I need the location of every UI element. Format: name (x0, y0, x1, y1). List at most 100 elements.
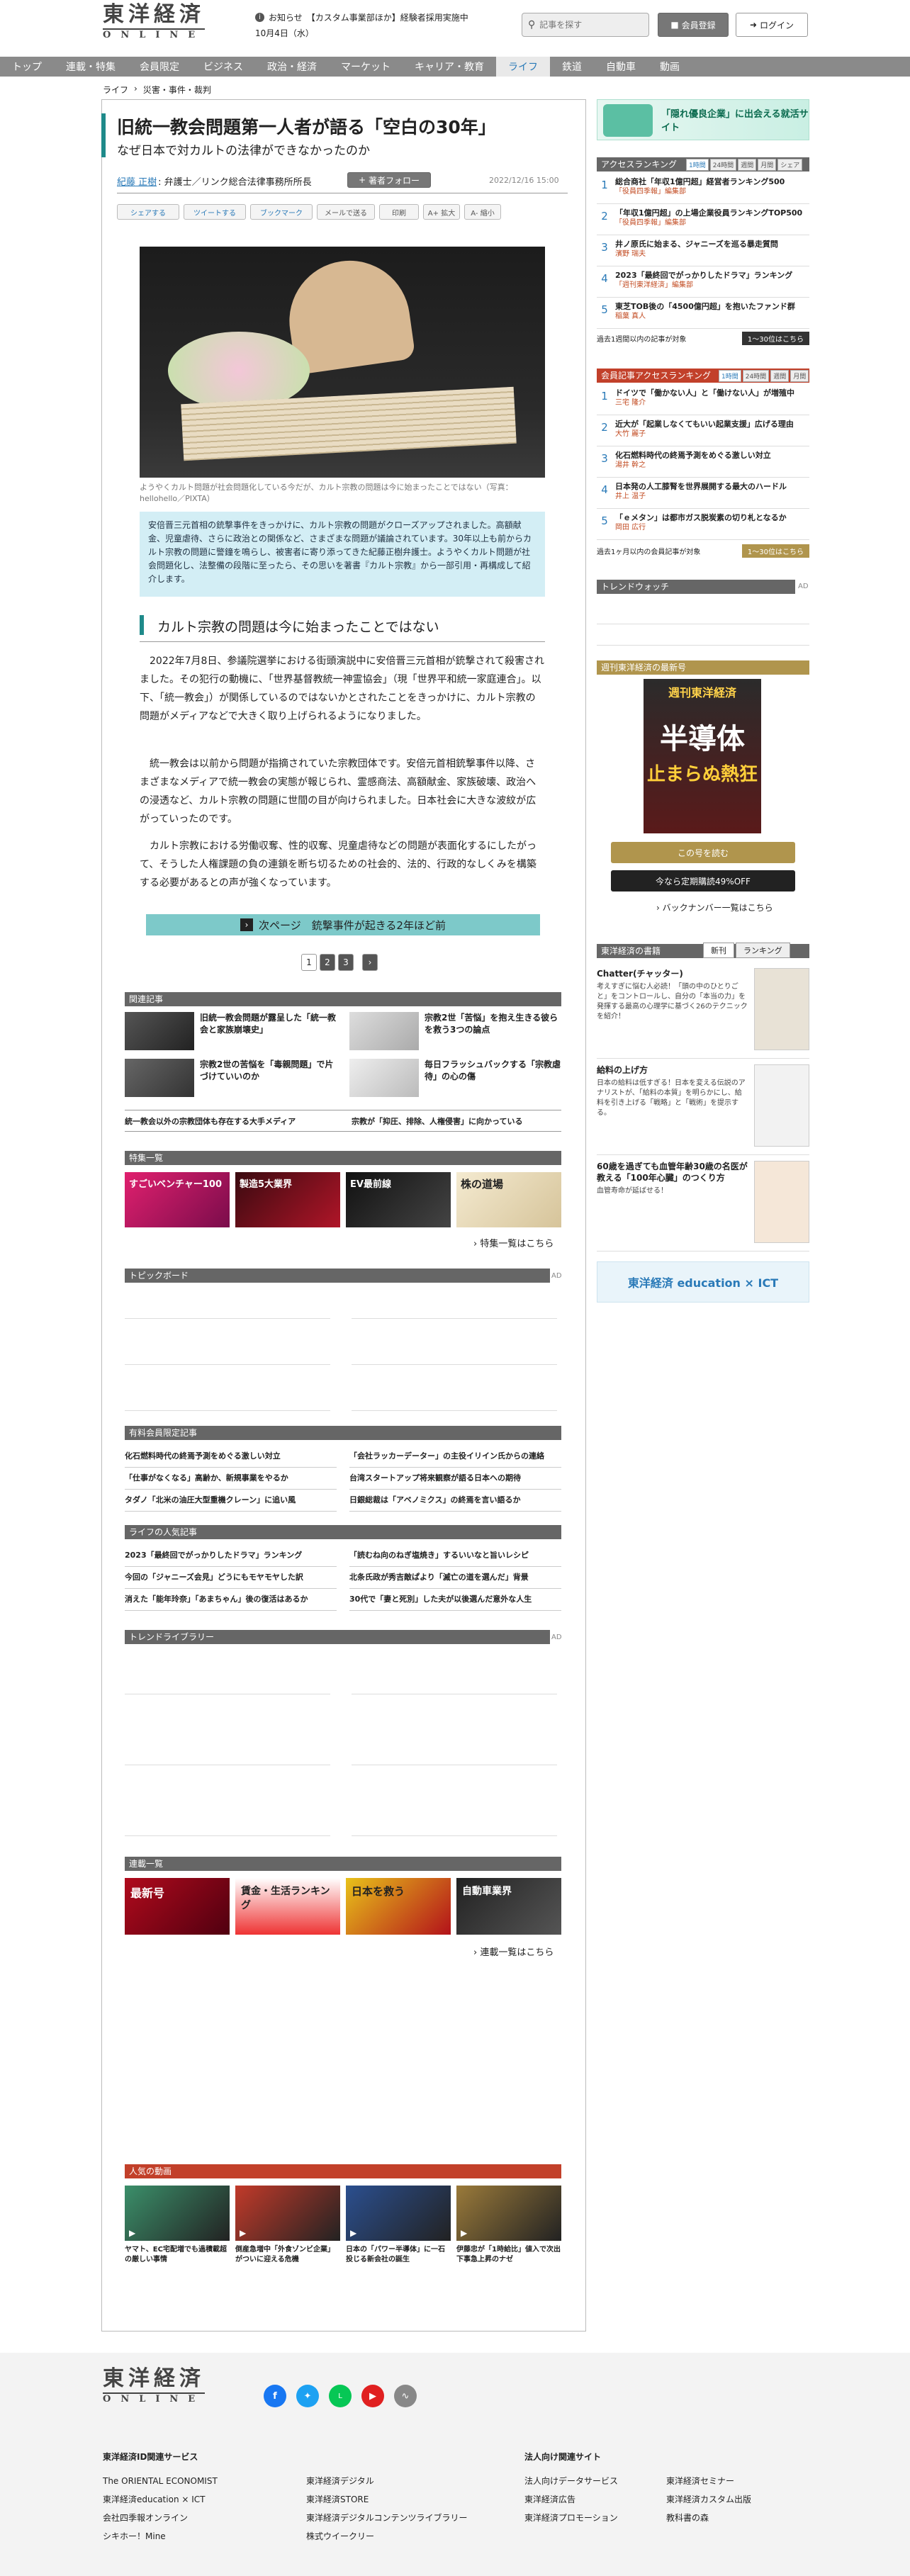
next-page-arrow[interactable]: › (362, 954, 378, 971)
series-banner[interactable]: 最新号 (125, 1878, 230, 1935)
author-name[interactable]: 紀藤 正樹 (117, 174, 157, 188)
backnumber-link[interactable]: › バックナンバー一覧はこちら (656, 901, 773, 913)
feature-banner[interactable]: EV最前線 (346, 1172, 451, 1227)
education-banner[interactable]: 東洋経済 education × ICT (597, 1261, 809, 1303)
ranking-row[interactable]: 2 「年収1億円超」の上場企業役員ランキングTOP500 「役員四季報」編集部 (597, 204, 809, 235)
series-banner[interactable]: 自動車業界 (456, 1878, 561, 1935)
nav-item-2[interactable]: 会員限定 (128, 57, 191, 77)
footer-link[interactable]: The ORIENTAL ECONOMIST (103, 2472, 301, 2490)
share-button-4[interactable]: 印刷 (379, 204, 419, 220)
nav-item-10[interactable]: 動画 (648, 57, 692, 77)
nav-item-8[interactable]: 鉄道 (550, 57, 594, 77)
nav-item-1[interactable]: 連載・特集 (54, 57, 128, 77)
series-more-link[interactable]: › 連載一覧はこちら (473, 1945, 554, 1958)
ranking-tab[interactable]: 24時間 (709, 159, 737, 171)
books-tab-ranking[interactable]: ランキング (736, 943, 790, 958)
footer-link[interactable]: 教科書の森 (666, 2509, 808, 2527)
related-item[interactable]: 宗教2世「苦悩」を抱え生きる彼らを救う3つの論点 (349, 1012, 561, 1050)
life_popular-item[interactable]: 30代で「妻と死別」した夫が以後選んだ意外な人生 (349, 1589, 561, 1611)
footer-link[interactable]: 東洋経済デジタルコンテンツライブラリー (306, 2509, 505, 2527)
premium-item[interactable]: 日銀総裁は「アベノミクス」の終焉を言い語るか (349, 1490, 561, 1512)
ranking-tab[interactable]: 月間 (790, 370, 809, 382)
footer-logo[interactable]: 東洋経済 ONLINE (103, 2367, 206, 2405)
ranking-tab[interactable]: 週間 (770, 370, 790, 382)
premium-item[interactable]: 台湾スタートアップ将来観察が語る日本への期待 (349, 1468, 561, 1490)
twitter-icon[interactable]: ✦ (296, 2385, 319, 2407)
share-button-2[interactable]: ブックマーク (250, 204, 313, 220)
sidebar-banner[interactable]: 「隠れ優良企業」に出会える就活サイト (597, 99, 809, 140)
ranking-row[interactable]: 3 井ノ原氏に始まる、ジャニーズを巡る暴走質問 濱野 瑞夫 (597, 235, 809, 266)
follow-button[interactable]: + 著者フォロー (347, 172, 431, 188)
page-3[interactable]: 3 (338, 954, 354, 971)
footer-link[interactable]: 東洋経済STORE (306, 2490, 505, 2509)
login-button[interactable]: ➜ ログイン (736, 13, 808, 37)
search-input[interactable] (539, 20, 632, 30)
features-more-link[interactable]: › 特集一覧はこちら (473, 1236, 554, 1249)
related-item[interactable]: 宗教2世の苦悩を「毒親問題」で片づけていいのか (125, 1059, 337, 1097)
books-tab-new[interactable]: 新刊 (703, 943, 734, 958)
feature-banner[interactable]: 株の道場 (456, 1172, 561, 1227)
nav-item-3[interactable]: ビジネス (191, 57, 255, 77)
ranking-more-button[interactable]: 1〜30位はこちら (741, 544, 809, 558)
feature-banner[interactable]: 製造5大業界 (235, 1172, 340, 1227)
breadcrumb-item[interactable]: 災害・事件・裁判 (143, 84, 211, 96)
ranking-row[interactable]: 4 2023「最終回でがっかりしたドラマ」ランキング 「週刊東洋経済」編集部 (597, 266, 809, 298)
premium-item[interactable]: 化石燃料時代の終焉予測をめぐる激しい対立 (125, 1446, 337, 1468)
video-item[interactable]: ▶ 日本の「パワー半導体」に一石投じる新会社の誕生 (346, 2186, 451, 2265)
register-button[interactable]: ■ 会員登録 (658, 13, 729, 37)
facebook-icon[interactable]: f (264, 2385, 286, 2407)
related-text-link[interactable]: 統一教会以外の宗教団体も存在する大手メディア (125, 1115, 296, 1127)
life_popular-item[interactable]: 北条氏政が秀吉敵ぱより「滅亡の道を選んだ」背景 (349, 1567, 561, 1589)
page-2[interactable]: 2 (320, 954, 335, 971)
ranking-tab[interactable]: 月間 (758, 159, 777, 171)
premium-item[interactable]: 「会社ラッカーデーター」の主役イリイン氏からの連絡 (349, 1446, 561, 1468)
share-button-5[interactable]: A+ 拡大 (423, 204, 460, 220)
share-button-6[interactable]: A- 縮小 (464, 204, 501, 220)
series-banner[interactable]: 日本を救う (346, 1878, 451, 1935)
next-page-button[interactable]: › 次ページ 銃撃事件が起きる2年ほど前 (146, 914, 540, 935)
nav-item-4[interactable]: 政治・経済 (255, 57, 329, 77)
life_popular-item[interactable]: 「読むね向のねぎ塩焼き」するいいなと旨いレシピ (349, 1545, 561, 1567)
page-1[interactable]: 1 (301, 954, 317, 971)
footer-link[interactable]: シキホー！Mine (103, 2527, 301, 2546)
book-item[interactable]: 60歳を過ぎても血管年齢30歳の名医が教える「100年心臓」のつくり方 血管寿命が… (597, 1155, 809, 1252)
ranking-tab[interactable]: 24時間 (742, 370, 770, 382)
footer-link[interactable]: 東洋経済デジタル (306, 2472, 505, 2490)
line-icon[interactable]: L (329, 2385, 352, 2407)
ranking-tab[interactable]: 週間 (738, 159, 757, 171)
ranking-row[interactable]: 5 「ｅメタン」は都市ガス脱炭素の切り札となるか 岡田 広行 (597, 509, 809, 540)
life_popular-item[interactable]: 2023「最終回でがっかりしたドラマ」ランキング (125, 1545, 337, 1567)
footer-link[interactable]: 法人向けデータサービス (524, 2472, 659, 2490)
footer-link[interactable]: 東洋経済セミナー (666, 2472, 808, 2490)
footer-link[interactable]: 東洋経済広告 (524, 2490, 659, 2509)
share-button-0[interactable]: シェアする (117, 204, 179, 220)
feature-banner[interactable]: すごいベンチャー100 (125, 1172, 230, 1227)
breadcrumb-item[interactable]: ライフ (103, 84, 128, 96)
notice-text[interactable]: 【カスタム事業部ほか】経験者採用実施中 (307, 11, 468, 23)
ranking-row[interactable]: 1 総合商社「年収1億円超」経営者ランキング500 「役員四季報」編集部 (597, 173, 809, 204)
ranking-row[interactable]: 2 近大が「起業しなくてもいい起業支援」広げる理由 大竹 麗子 (597, 415, 809, 446)
ranking-row[interactable]: 5 東芝TOB後の「4500億円超」を抱いたファンド群 稲葉 真人 (597, 298, 809, 329)
video-item[interactable]: ▶ 倒産急増中「外食ゾンビ企業」がついに迎える危機 (235, 2186, 340, 2265)
share-button-3[interactable]: メールで送る (317, 204, 375, 220)
notice[interactable]: i お知らせ 【カスタム事業部ほか】経験者採用実施中 (255, 11, 468, 23)
related-item[interactable]: 旧統一教会問題が露呈した「統一教会と家族崩壊史」 (125, 1012, 337, 1050)
ranking-row[interactable]: 4 日本発の人工膝腎を世界展開する最大のハードル 井上 温子 (597, 478, 809, 509)
life_popular-item[interactable]: 消えた「能年玲奈」「あまちゃん」後の復活はあるか (125, 1589, 337, 1611)
ranking-row[interactable]: 1 ドイツで「働かない人」と「働けない人」が増殖中 三宅 隆介 (597, 384, 809, 415)
ranking-row[interactable]: 3 化石燃料時代の終焉予測をめぐる激しい対立 湯井 幹之 (597, 446, 809, 478)
subscribe-button[interactable]: 今なら定期購読49%OFF (611, 870, 795, 892)
nav-item-5[interactable]: マーケット (329, 57, 403, 77)
share-button-1[interactable]: ツイートする (184, 204, 246, 220)
premium-item[interactable]: 「仕事がなくなる」高齢か、新規事業をやるか (125, 1468, 337, 1490)
site-logo[interactable]: 東洋経済 ONLINE (103, 3, 206, 41)
premium-item[interactable]: タダノ「北米の油圧大型重機クレーン」に追い風 (125, 1490, 337, 1512)
related-item[interactable]: 毎日フラッシュバックする「宗教虐待」の心の傷 (349, 1059, 561, 1097)
read-magazine-button[interactable]: この号を読む (611, 842, 795, 863)
ranking-tab[interactable]: 1時間 (719, 370, 741, 382)
footer-link[interactable]: 東洋経済カスタム出版 (666, 2490, 808, 2509)
footer-link[interactable]: 会社四季報オンライン (103, 2509, 301, 2527)
footer-link[interactable]: 東洋経済education × ICT (103, 2490, 301, 2509)
book-item[interactable]: 給料の上げ方 日本の給料は低すぎる！日本を変える伝説のアナリストが、「給料の本質」… (597, 1059, 809, 1155)
rss-icon[interactable]: ∿ (394, 2385, 417, 2407)
